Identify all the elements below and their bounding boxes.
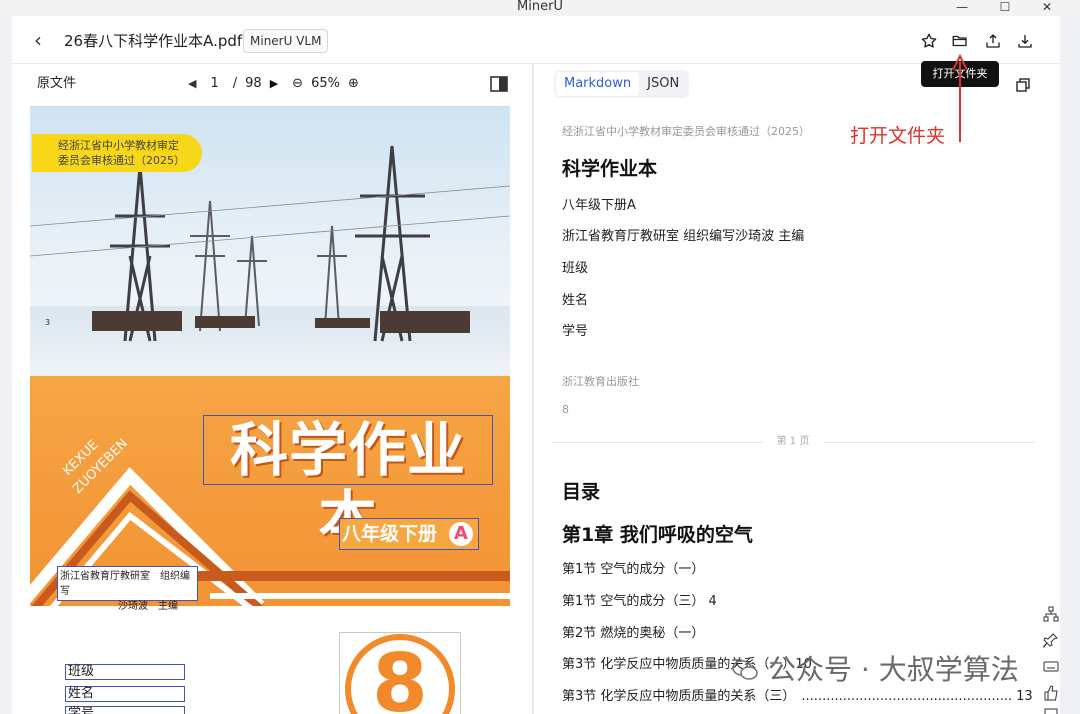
md-publisher: 浙江教育出版社 — [562, 375, 639, 388]
open-folder-icon[interactable] — [951, 32, 973, 54]
structure-icon[interactable] — [1042, 605, 1060, 623]
cover-editor-box: 浙江省教育厅教研室 组织编写 沙琦波 主编 — [57, 566, 198, 612]
md-toc-item: 第3节 化学反应中物质质量的关系（三） — [562, 689, 796, 704]
copy-icon[interactable] — [1014, 76, 1032, 94]
approval-line-2: 委员会审核通过（2025） — [58, 154, 185, 167]
md-toc-item: 第1节 空气的成分（三） 4 — [562, 594, 717, 609]
md-toc-item: 第2节 燃烧的奥秘（一） — [562, 626, 705, 641]
pager: ◀ 1 / 98 ▶ ⊖ 65% ⊕ — [188, 74, 367, 94]
cover-editor-line-1: 浙江省教育厅教研室 组织编写 — [60, 571, 190, 597]
pin-icon[interactable] — [1042, 631, 1060, 649]
download-icon[interactable] — [1016, 32, 1038, 54]
cover-editor-line-2: 沙琦波 主编 — [118, 601, 178, 612]
star-icon[interactable] — [920, 32, 942, 54]
zoom-level: 65% — [311, 76, 340, 91]
cover-grade: 八年级下册 — [342, 523, 438, 545]
thumbs-up-icon[interactable] — [1042, 684, 1060, 702]
divider-line-right — [824, 442, 1034, 443]
book-cover-page: 3 经浙江省中小学教材审定 委员会审核通过（2025） KEXUE ZUOYEB… — [30, 106, 510, 714]
original-file-label: 原文件 — [37, 76, 77, 91]
watermark-text: 公众号 · 大叔学算法 — [768, 653, 1019, 686]
original-file-pane: 原文件 ◀ 1 / 98 ▶ ⊖ 65% ⊕ 3 经浙江省中小学教材审定 委员会… — [12, 64, 533, 714]
md-grade: 八年级下册A — [562, 198, 636, 213]
md-toc-page: 13 — [1016, 689, 1033, 704]
wechat-logo-icon — [732, 660, 758, 680]
wechat-watermark: 公众号 · 大叔学算法 — [732, 650, 1019, 690]
tab-json[interactable]: JSON — [639, 72, 687, 96]
md-field-class: 班级 — [562, 261, 589, 276]
md-toc-dots: ........................................… — [801, 689, 1013, 704]
md-editor: 浙江省教育厅教研室 组织编写沙琦波 主编 — [562, 229, 805, 244]
cover-title: 科学作业本 — [229, 416, 466, 552]
side-toolbar — [1040, 600, 1062, 714]
total-pages: 98 — [245, 76, 262, 91]
md-field-name: 姓名 — [562, 293, 589, 308]
cover-grade-letter: A — [449, 522, 473, 546]
minimize-icon[interactable]: — — [942, 0, 982, 16]
window-title: MinerU — [517, 0, 563, 14]
file-title: 26春八下科学作业本A.pdf — [64, 32, 243, 50]
md-chapter-1: 第1章 我们呼吸的空气 — [562, 524, 753, 546]
close-icon[interactable]: ✕ — [1027, 0, 1067, 16]
maximize-icon[interactable]: ☐ — [985, 0, 1025, 16]
zoom-in-icon[interactable]: ⊕ — [348, 74, 359, 94]
result-tabs: Markdown JSON — [554, 70, 690, 98]
prev-page-icon[interactable]: ◀ — [188, 74, 196, 94]
back-arrow-icon[interactable]: ‹ — [34, 29, 54, 51]
annotation-arrow — [952, 53, 968, 142]
approval-banner: 经浙江省中小学教材审定 委员会审核通过（2025） — [32, 134, 202, 172]
keyboard-icon[interactable] — [1042, 657, 1060, 675]
md-approval: 经浙江省中小学教材审定委员会审核通过（2025） — [562, 125, 810, 138]
share-icon[interactable] — [984, 32, 1006, 54]
page-divider: 第 1 页 — [552, 436, 1034, 447]
md-toc-item: 第1节 空气的成分（一） — [562, 562, 705, 577]
window-titlebar: MinerU — ☐ ✕ — [0, 0, 1080, 16]
original-file-toolbar: 原文件 ◀ 1 / 98 ▶ ⊖ 65% ⊕ — [12, 64, 533, 104]
feedback-icon[interactable] — [1042, 706, 1060, 714]
cover-field-id: 学号 — [65, 706, 185, 714]
parsed-result-pane: Markdown JSON 经浙江省中小学教材审定委员会审核通过（2025） 科… — [534, 64, 1060, 714]
page-separator: / — [232, 76, 238, 91]
md-num: 8 — [562, 403, 569, 416]
current-page[interactable]: 1 — [210, 74, 218, 94]
md-title: 科学作业本 — [562, 158, 658, 180]
next-page-icon[interactable]: ▶ — [270, 74, 278, 94]
tab-markdown[interactable]: Markdown — [556, 72, 640, 96]
cover-field-class: 班级 — [65, 664, 185, 680]
app-header: ‹ 26春八下科学作业本A.pdf MinerU VLM — [12, 16, 1060, 64]
approval-line-1: 经浙江省中小学教材审定 — [58, 139, 179, 152]
cover-field-name: 姓名 — [65, 686, 185, 702]
cover-small-marker: 3 — [45, 318, 51, 327]
annotation-label: 打开文件夹 — [850, 125, 946, 147]
model-badge: MinerU VLM — [243, 29, 329, 53]
md-toc-item-last: 第3节 化学反应中物质质量的关系（三） ....................… — [562, 688, 1033, 706]
md-toc-title: 目录 — [562, 481, 601, 503]
md-field-id: 学号 — [562, 324, 589, 339]
zoom-out-icon[interactable]: ⊖ — [292, 74, 303, 94]
split-view-toggle-icon[interactable] — [488, 74, 510, 94]
